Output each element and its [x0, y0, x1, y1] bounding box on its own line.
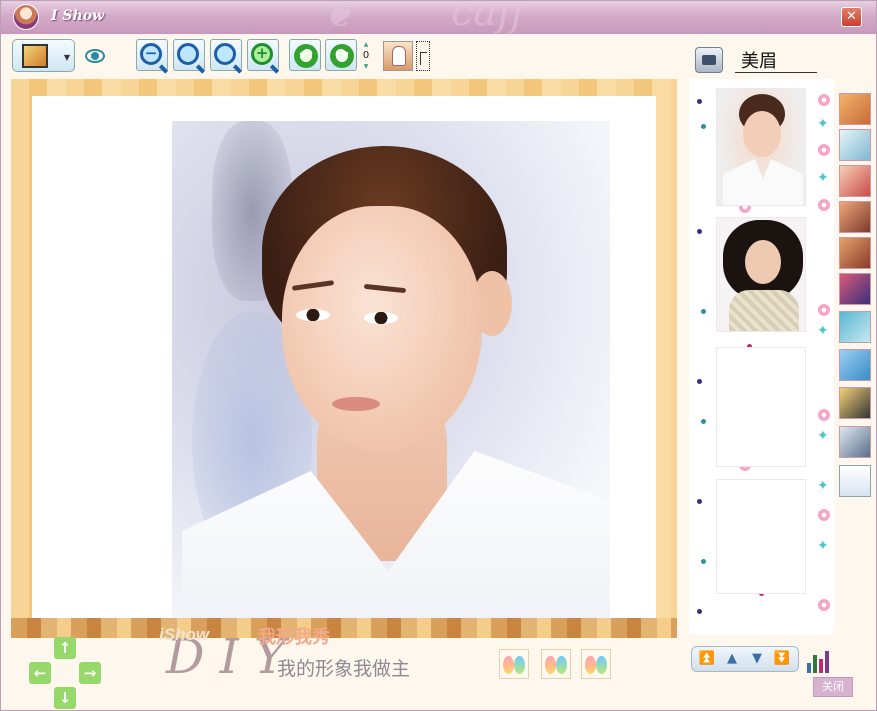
title-decoration: ❦	[321, 1, 355, 34]
zoom-actual-icon	[214, 43, 236, 65]
album-title: 美眉	[735, 47, 817, 73]
dropdown-arrow-icon[interactable]: ▼	[64, 53, 70, 62]
spinner-up-icon[interactable]: ▲	[359, 41, 373, 49]
thumbnail-photo[interactable]	[716, 217, 806, 332]
arrow-right-icon[interactable]: →	[79, 662, 101, 684]
arrow-up-icon[interactable]: ↑	[54, 637, 76, 659]
rotate-button[interactable]: ↶	[289, 39, 321, 71]
butterfly-icon[interactable]	[541, 649, 571, 679]
avatar-icon[interactable]	[839, 201, 871, 233]
previous-page-icon[interactable]: ▲	[723, 651, 741, 667]
ishow-window: ❦ caff I Show ✕ ▼ − + ↶ ⟳ ▲ 0 ▼ D I Y iS…	[0, 0, 877, 711]
main-photo[interactable]	[172, 121, 610, 618]
app-icon	[13, 4, 39, 30]
zoom-in-button[interactable]: +	[247, 39, 279, 71]
avatar-icon[interactable]	[839, 311, 871, 343]
thumbnail-photo[interactable]	[716, 88, 806, 206]
zoom-out-button[interactable]: −	[136, 39, 168, 71]
eye-icon[interactable]	[85, 49, 105, 63]
spinner-down-icon[interactable]: ▼	[359, 63, 373, 71]
crop-toggle[interactable]	[416, 41, 430, 71]
rotation-spinner[interactable]: ▲ 0 ▼	[359, 41, 373, 73]
frame-tool-button[interactable]: ▼	[12, 39, 75, 72]
avatar-icon[interactable]	[839, 237, 871, 269]
last-page-icon[interactable]: ⏬	[773, 651, 791, 667]
slogan-subtitle: 我的形象我做主	[277, 658, 411, 680]
next-page-icon[interactable]: ▼	[748, 651, 766, 667]
refresh-icon: ⟳	[330, 44, 354, 68]
image-frame	[11, 79, 677, 638]
avatar-icon[interactable]	[839, 93, 871, 125]
camera-icon[interactable]	[839, 426, 871, 458]
thumbnail-empty-slot[interactable]	[716, 347, 806, 467]
zoom-fit-button[interactable]	[173, 39, 205, 71]
first-page-icon[interactable]: ⏫	[698, 651, 716, 667]
avatar-icon[interactable]	[839, 273, 871, 305]
thumbnail-strip[interactable]: ✦ ✦ ✦ ✦ ✦ ✦	[689, 79, 834, 634]
frame-icon	[22, 44, 48, 68]
refresh-button[interactable]: ⟳	[325, 39, 357, 71]
rotation-value: 0	[362, 50, 370, 61]
zoom-actual-button[interactable]	[210, 39, 242, 71]
title-bar[interactable]: ❦ caff I Show ✕	[1, 1, 876, 34]
window-title: I Show	[51, 8, 105, 24]
avatar-icon[interactable]	[839, 129, 871, 161]
zoom-fit-icon	[177, 43, 199, 65]
arrow-left-icon[interactable]: ←	[29, 662, 51, 684]
title-decoration: caff	[451, 1, 526, 34]
avatar-icon[interactable]	[839, 165, 871, 197]
zoom-in-icon: +	[251, 43, 273, 65]
close-button[interactable]: 关闭	[813, 677, 853, 697]
thumbnail-empty-slot[interactable]	[716, 479, 806, 594]
folder-icon[interactable]	[695, 47, 723, 73]
thumbnail-nav: ⏫ ▲ ▼ ⏬	[691, 646, 799, 672]
arrow-down-icon[interactable]: ↓	[54, 687, 76, 709]
ishow-logo: iShow	[159, 625, 210, 644]
move-pad: ↑ ← → ↓	[29, 637, 101, 709]
zoom-out-icon: −	[140, 43, 162, 65]
document-icon[interactable]	[839, 465, 871, 497]
butterfly-icon[interactable]	[499, 649, 529, 679]
frame-icon[interactable]	[839, 387, 871, 419]
butterfly-icon[interactable]	[581, 649, 611, 679]
slogan-title: 我形我秀	[258, 627, 330, 648]
window-close-button[interactable]: ✕	[841, 7, 862, 27]
avatar-icon[interactable]	[839, 349, 871, 381]
image-canvas[interactable]	[32, 96, 656, 618]
chart-icon[interactable]	[806, 649, 832, 673]
portrait-button[interactable]	[383, 41, 413, 71]
rotate-icon: ↶	[294, 44, 318, 68]
